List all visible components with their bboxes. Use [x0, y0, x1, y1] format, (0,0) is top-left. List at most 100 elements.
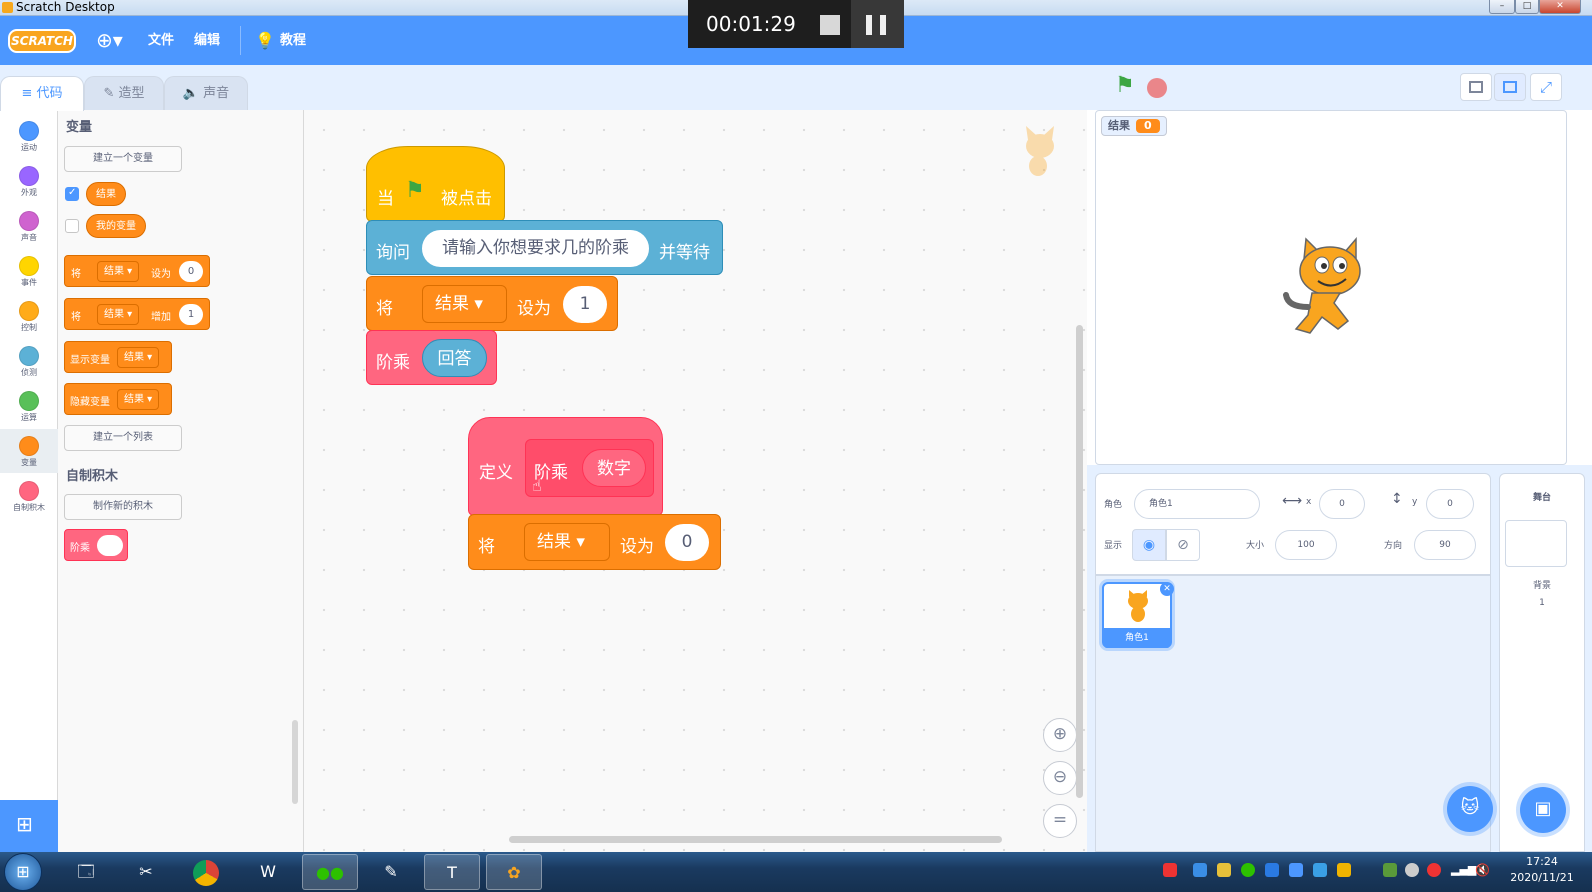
large-stage-button[interactable] — [1494, 73, 1526, 101]
small-stage-button[interactable] — [1460, 73, 1492, 101]
make-list-button[interactable]: 建立一个列表 — [64, 425, 182, 451]
set-value-input[interactable]: 0 — [179, 261, 203, 282]
zoom-in-button[interactable]: ⊕ — [1043, 718, 1077, 752]
tray-flag-icon[interactable] — [1383, 863, 1397, 877]
my-variable-reporter[interactable]: 我的变量 — [86, 214, 146, 238]
make-block-button[interactable]: 制作新的积木 — [64, 494, 182, 520]
ask-and-wait-block[interactable]: 询问 请输入你想要求几的阶乘 并等待 — [366, 220, 723, 275]
variable-dropdown[interactable]: 结果 ▾ — [117, 347, 160, 368]
menu-tutorials[interactable]: 教程 — [280, 16, 306, 65]
scratch-logo[interactable]: SCRATCH — [8, 29, 76, 53]
define-factorial-block[interactable]: 定义 阶乘 数字 — [468, 417, 663, 516]
tray-wechat-icon[interactable] — [1241, 863, 1255, 877]
add-extension-button[interactable]: ⊞ — [0, 800, 58, 852]
tab-sounds[interactable]: 🔈 声音 — [164, 76, 248, 111]
network-signal-icon[interactable]: ▂▄▆ — [1451, 863, 1476, 877]
category-control[interactable]: 控制 — [0, 294, 58, 338]
workspace-horizontal-scrollbar[interactable] — [509, 836, 1002, 843]
taskbar-typora-icon[interactable]: T — [424, 854, 480, 890]
set-result-block[interactable]: 将 结果 ▾ 设为 1 — [366, 276, 618, 331]
stage-selector[interactable]: 舞台 背景 1 ▣ — [1499, 473, 1585, 852]
category-sensing[interactable]: 侦测 — [0, 339, 58, 383]
variable-dropdown[interactable]: 结果 ▾ — [97, 261, 140, 282]
variable-dropdown[interactable]: 结果 ▾ — [117, 389, 160, 410]
set-value-input[interactable]: 0 — [665, 524, 709, 561]
direction-input[interactable]: 90 — [1414, 530, 1476, 560]
zoom-out-button[interactable]: ⊖ — [1043, 761, 1077, 795]
when-flag-clicked-block[interactable]: 当 ⚑ 被点击 — [366, 146, 505, 222]
maximize-button[interactable]: □ — [1515, 0, 1539, 14]
tab-code[interactable]: ≡ 代码 — [0, 76, 84, 111]
delete-sprite-button[interactable]: ✕ — [1160, 582, 1174, 596]
number-parameter[interactable]: 数字 — [582, 449, 646, 487]
backdrop-thumbnail[interactable] — [1505, 520, 1567, 567]
script-workspace[interactable]: 当 ⚑ 被点击 询问 请输入你想要求几的阶乘 并等待 将 结果 ▾ 设为 1 阶… — [304, 110, 1087, 852]
tray-network-share-icon[interactable] — [1193, 863, 1207, 877]
palette-scrollbar[interactable] — [292, 720, 298, 804]
category-motion[interactable]: 运动 — [0, 114, 58, 158]
category-my-blocks[interactable]: 自制积木 — [0, 474, 58, 518]
fullscreen-button[interactable]: ⤢ — [1530, 73, 1562, 101]
set-variable-block[interactable]: 将 结果 ▾ 设为 0 — [64, 255, 210, 287]
language-globe-icon[interactable]: ⊕▾ — [96, 16, 123, 65]
category-events[interactable]: 事件 — [0, 249, 58, 293]
stop-recording-button[interactable] — [820, 15, 840, 35]
answer-reporter[interactable]: 回答 — [422, 339, 487, 377]
set-value-input[interactable]: 1 — [563, 286, 607, 323]
tray-shield-icon[interactable] — [1289, 863, 1303, 877]
set-result-zero-block[interactable]: 将 结果 ▾ 设为 0 — [468, 514, 721, 570]
result-variable-checkbox[interactable]: ✓ — [65, 187, 79, 201]
sprite-thumbnail[interactable]: ✕ 角色1 — [1102, 582, 1174, 648]
taskbar-paint-icon[interactable]: ✂ — [118, 854, 174, 890]
size-input[interactable]: 100 — [1275, 530, 1337, 560]
make-variable-button[interactable]: 建立一个变量 — [64, 146, 182, 172]
tray-security-icon[interactable] — [1427, 863, 1441, 877]
result-variable-reporter[interactable]: 结果 — [86, 182, 126, 206]
change-value-input[interactable]: 1 — [179, 304, 203, 325]
minimize-button[interactable]: – — [1489, 0, 1515, 14]
volume-icon[interactable]: 🔇 — [1475, 863, 1490, 877]
cat-sprite[interactable] — [1282, 236, 1382, 341]
close-window-button[interactable]: ✕ — [1539, 0, 1581, 14]
variable-dropdown[interactable]: 结果 ▾ — [422, 285, 507, 323]
variable-dropdown[interactable]: 结果 ▾ — [97, 304, 140, 325]
result-variable-monitor[interactable]: 结果 0 — [1101, 116, 1167, 136]
change-variable-block[interactable]: 将 结果 ▾ 增加 1 — [64, 298, 210, 330]
taskbar-word-icon[interactable]: W — [240, 854, 296, 890]
hide-variable-block[interactable]: 隐藏变量 结果 ▾ — [64, 383, 172, 415]
taskbar-scratch-icon[interactable]: ✿ — [486, 854, 542, 890]
taskbar-explorer-icon[interactable]: 🗔 — [58, 854, 114, 890]
tray-app-icon[interactable] — [1265, 863, 1279, 877]
tray-sogou-icon[interactable] — [1163, 863, 1177, 877]
pause-recording-button[interactable] — [851, 0, 904, 48]
category-variables[interactable]: 变量 — [0, 429, 58, 473]
factorial-prototype[interactable]: 阶乘 数字 — [525, 439, 654, 497]
tab-costumes[interactable]: ✎ 造型 — [84, 76, 164, 111]
workspace-vertical-scrollbar[interactable] — [1076, 325, 1083, 798]
tray-feishu-icon[interactable] — [1313, 863, 1327, 877]
tray-clock-icon[interactable] — [1405, 863, 1419, 877]
taskbar-clock[interactable]: 17:24 2020/11/21 — [1506, 854, 1578, 886]
my-variable-checkbox[interactable] — [65, 219, 79, 233]
tray-folder-icon[interactable] — [1337, 863, 1351, 877]
ask-question-input[interactable]: 请输入你想要求几的阶乘 — [422, 230, 649, 267]
taskbar-wechat-icon[interactable]: ●● — [302, 854, 358, 890]
start-button[interactable]: ⊞ — [4, 853, 42, 891]
x-input[interactable]: 0 — [1319, 489, 1365, 519]
variable-dropdown[interactable]: 结果 ▾ — [524, 523, 610, 561]
call-factorial-block[interactable]: 阶乘 回答 — [366, 330, 497, 385]
add-backdrop-button[interactable]: ▣ — [1520, 787, 1566, 833]
category-sound[interactable]: 声音 — [0, 204, 58, 248]
stage[interactable]: 结果 0 — [1095, 110, 1567, 465]
category-looks[interactable]: 外观 — [0, 159, 58, 203]
y-input[interactable]: 0 — [1426, 489, 1474, 519]
add-sprite-button[interactable]: 🐱 — [1447, 786, 1493, 832]
menu-edit[interactable]: 编辑 — [194, 16, 220, 65]
show-variable-block[interactable]: 显示变量 结果 ▾ — [64, 341, 172, 373]
stop-button[interactable] — [1147, 78, 1167, 98]
factorial-arg-input[interactable] — [97, 535, 123, 556]
show-sprite-button[interactable]: ◉ — [1132, 529, 1166, 561]
taskbar-feishu-icon[interactable]: ✎ — [363, 854, 419, 890]
menu-file[interactable]: 文件 — [148, 16, 174, 65]
hide-sprite-button[interactable]: ⊘ — [1166, 529, 1200, 561]
